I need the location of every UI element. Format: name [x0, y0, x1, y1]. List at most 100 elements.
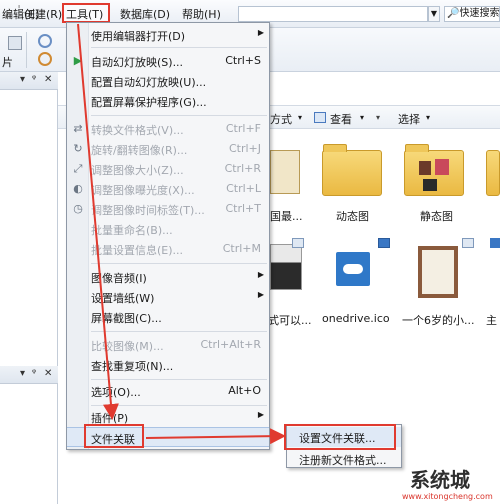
- rotate-icon: ↻: [73, 142, 83, 155]
- thumbnail-image-2[interactable]: [270, 244, 302, 290]
- tools-menu: 使用编辑器打开(D) ▶ ▶ 自动幻灯放映(S)... Ctrl+S 配置自动幻…: [66, 22, 270, 450]
- menu-separator: [91, 263, 267, 264]
- select-dropdown[interactable]: 选择: [398, 111, 420, 127]
- menu-item-auto-slideshow[interactable]: ▶ 自动幻灯放映(S)... Ctrl+S: [67, 51, 269, 71]
- folder-preview-image: [419, 161, 431, 175]
- left-pane-bottom-body: [0, 384, 58, 504]
- thumbnail-caption: onedrive.ico: [322, 312, 390, 325]
- folder-preview-image: [435, 159, 449, 175]
- onedrive-icon[interactable]: [336, 252, 370, 286]
- menu-item-rotate-flip: ↻ 旋转/翻转图像(R)... Ctrl+J: [67, 139, 269, 159]
- menu-separator: [91, 47, 267, 48]
- address-dropdown-icon[interactable]: ▼: [428, 6, 440, 22]
- folder-icon[interactable]: [404, 144, 464, 196]
- thumbnail-caption: 静态图: [420, 210, 453, 223]
- menu-item-label: 图像音频(I): [91, 272, 147, 285]
- menu-item-open-with-editor[interactable]: 使用编辑器打开(D) ▶: [67, 25, 269, 45]
- select-dropdown-icon[interactable]: ▾: [376, 113, 380, 122]
- menu-item-find-duplicates[interactable]: 查找重复项(N)...: [67, 355, 269, 375]
- submenu-arrow-icon: ▶: [257, 410, 264, 419]
- thumbnail-caption: 式可以...: [268, 314, 312, 327]
- pane-dock-icon[interactable]: ᵠ: [32, 74, 36, 85]
- left-pane-top-body: [0, 90, 58, 366]
- menu-item-label: 配置屏幕保护程序(G)...: [91, 96, 207, 109]
- view-dropdown[interactable]: 查看: [330, 111, 352, 127]
- pane-close-icon[interactable]: ✕: [44, 74, 52, 85]
- menu-separator-glyph: ┆: [16, 6, 23, 17]
- menu-item-shortcut: Ctrl+L: [226, 182, 261, 195]
- menu-item-label: 转换文件格式(V)...: [91, 124, 184, 137]
- chevron-down-icon[interactable]: ▾: [426, 113, 430, 122]
- menu-item-label: 选项(O)...: [91, 386, 141, 399]
- folder-icon[interactable]: [322, 144, 382, 196]
- address-input[interactable]: [238, 6, 428, 22]
- menu-item-shortcut: Ctrl+J: [228, 142, 261, 155]
- menu-item-image-audio[interactable]: 图像音频(I) ▶: [67, 267, 269, 287]
- menu-item-label: 查找重复项(N)...: [91, 360, 174, 373]
- convert-icon: ⇄: [73, 122, 83, 135]
- image-type-badge-icon: [490, 238, 500, 248]
- exposure-icon: ◐: [73, 182, 83, 195]
- chevron-down-icon[interactable]: ▾: [298, 113, 302, 122]
- menu-item-label: 自动幻灯放映(S)...: [91, 56, 184, 69]
- menu-item-config-slideshow[interactable]: 配置自动幻灯放映(U)...: [67, 71, 269, 91]
- menu-item-options[interactable]: 选项(O)... Alt+O: [67, 381, 269, 401]
- cloud-icon: [343, 264, 363, 274]
- thumbnail-image-3[interactable]: [418, 246, 458, 298]
- watermark-logo: 系统城 www.xitongcheng.com: [388, 462, 500, 504]
- menu-item-label: 配置自动幻灯放映(U)...: [91, 76, 207, 89]
- menu-item-resize: ⤢ 调整图像大小(Z)... Ctrl+R: [67, 159, 269, 179]
- menu-item-shortcut: Ctrl+T: [225, 202, 261, 215]
- pane-pin-icon[interactable]: ▾: [20, 368, 25, 379]
- menu-item-label: 批量重命名(B)...: [91, 224, 173, 237]
- toolbar-new-icon[interactable]: [38, 34, 52, 48]
- image-type-badge-icon: [462, 238, 474, 248]
- image-type-badge-icon: [292, 238, 304, 248]
- view-grid-icon[interactable]: [314, 112, 326, 123]
- resize-icon: ⤢: [73, 162, 83, 175]
- pane-pin-icon[interactable]: ▾: [20, 74, 25, 85]
- thumbnail-caption: 动态图: [336, 210, 369, 223]
- menu-item-timestamp: ◷ 调整图像时间标签(T)... Ctrl+T: [67, 199, 269, 219]
- menu-item-compare-images: 比较图像(M)... Ctrl+Alt+R: [67, 335, 269, 355]
- left-pane-bottom-header: ▾ ᵠ ✕: [0, 366, 58, 384]
- menu-help[interactable]: 帮助(H): [182, 6, 221, 22]
- menu-item-set-wallpaper[interactable]: 设置墙纸(W) ▶: [67, 287, 269, 307]
- handwriting-paper-image: [422, 250, 454, 294]
- search-icon: 🔎: [447, 8, 460, 19]
- view-mode-dropdown[interactable]: 方式: [270, 111, 292, 127]
- menu-create[interactable]: 创建(R): [24, 6, 62, 22]
- menu-item-exposure: ◐ 调整图像曝光度(X)... Ctrl+L: [67, 179, 269, 199]
- toolbar-left-label: 片: [2, 56, 13, 69]
- pane-dock-icon[interactable]: ᵠ: [32, 368, 36, 379]
- chevron-down-icon[interactable]: ▾: [360, 113, 364, 122]
- quick-search-input[interactable]: 🔎快速搜索: [444, 6, 500, 22]
- folder-preview-image: [423, 179, 437, 191]
- toolbar-info-icon[interactable]: [38, 52, 52, 66]
- menu-item-label: 批量设置信息(E)...: [91, 244, 184, 257]
- folder-icon[interactable]: [486, 150, 500, 196]
- left-pane-top-header: ▾ ᵠ ✕: [0, 72, 58, 90]
- menu-item-shortcut: Ctrl+M: [222, 242, 261, 255]
- file-association-highlight: [84, 424, 144, 448]
- menu-item-convert-format: ⇄ 转换文件格式(V)... Ctrl+F: [67, 119, 269, 139]
- pane-close-icon[interactable]: ✕: [44, 368, 52, 379]
- menu-item-screenshot[interactable]: 屏幕截图(C)...: [67, 307, 269, 327]
- menu-item-shortcut: Ctrl+Alt+R: [200, 338, 261, 351]
- menu-item-register-format[interactable]: 注册新文件格式...: [287, 449, 401, 469]
- menu-item-shortcut: Ctrl+F: [225, 122, 261, 135]
- submenu-arrow-icon: ▶: [257, 28, 264, 37]
- menu-tools[interactable]: 工具(T): [66, 6, 103, 22]
- thumbnail-image-1[interactable]: [270, 150, 300, 194]
- menu-item-label: 调整图像曝光度(X)...: [91, 184, 195, 197]
- menu-separator: [91, 115, 267, 116]
- toolbar-button-icon[interactable]: [8, 36, 22, 50]
- menu-item-shortcut: Ctrl+R: [224, 162, 261, 175]
- image-type-badge-icon: [378, 238, 390, 248]
- watermark-url: www.xitongcheng.com: [402, 492, 493, 501]
- menu-database[interactable]: 数据库(D): [120, 6, 170, 22]
- thumbnail-caption: 主: [486, 314, 497, 327]
- slideshow-icon: ▶: [73, 54, 83, 67]
- menu-item-shortcut: Alt+O: [228, 384, 261, 397]
- menu-item-config-screensaver[interactable]: 配置屏幕保护程序(G)...: [67, 91, 269, 111]
